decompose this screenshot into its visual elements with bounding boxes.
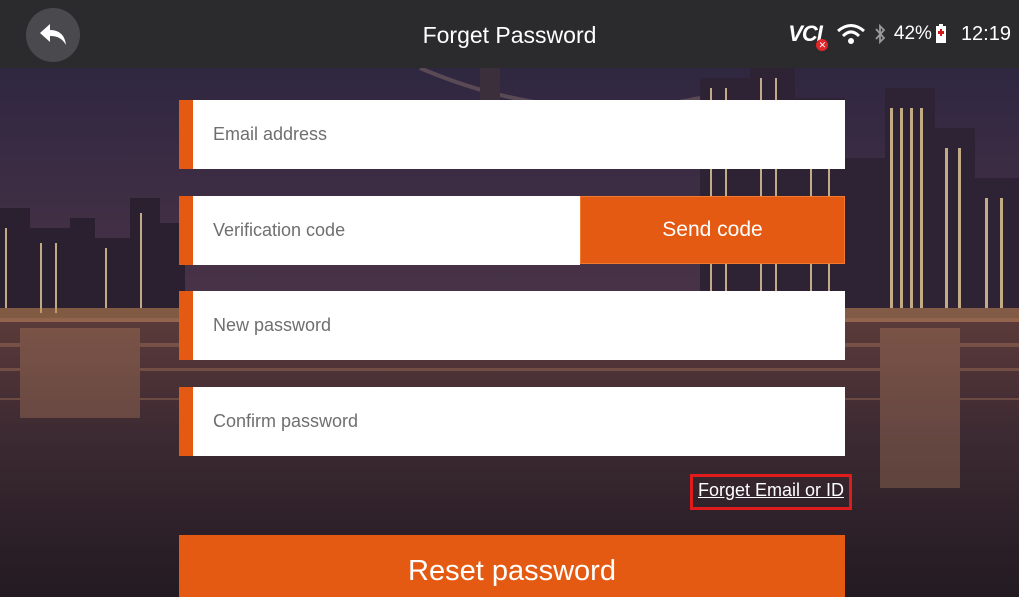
reset-password-label: Reset password <box>408 555 616 587</box>
vci-indicator: VCI ✕ <box>788 21 828 51</box>
new-password-container <box>179 291 845 360</box>
send-code-button[interactable]: Send code <box>580 196 845 264</box>
verification-code-container <box>179 196 580 265</box>
confirm-password-input[interactable] <box>193 387 845 456</box>
email-input[interactable] <box>193 100 845 169</box>
forget-password-screen: Forget Password VCI ✕ 42% 12:19 Send cod… <box>0 0 1019 597</box>
back-arrow-icon <box>40 24 66 45</box>
bluetooth-icon <box>875 23 886 45</box>
vci-disconnected-icon: ✕ <box>815 39 828 51</box>
status-bar: VCI ✕ 42% 12:19 <box>780 0 1011 68</box>
forget-email-or-id-link[interactable]: Forget Email or ID <box>698 480 844 501</box>
email-field-container <box>179 100 845 169</box>
verification-code-input[interactable] <box>193 196 580 265</box>
back-button[interactable] <box>26 8 80 62</box>
battery-icon <box>935 24 946 43</box>
clock: 12:19 <box>960 22 1011 45</box>
confirm-password-container <box>179 387 845 456</box>
new-password-input[interactable] <box>193 291 845 360</box>
reset-password-button[interactable]: Reset password <box>179 535 845 597</box>
wifi-icon <box>836 24 865 44</box>
battery-percent: 42% <box>893 23 932 44</box>
